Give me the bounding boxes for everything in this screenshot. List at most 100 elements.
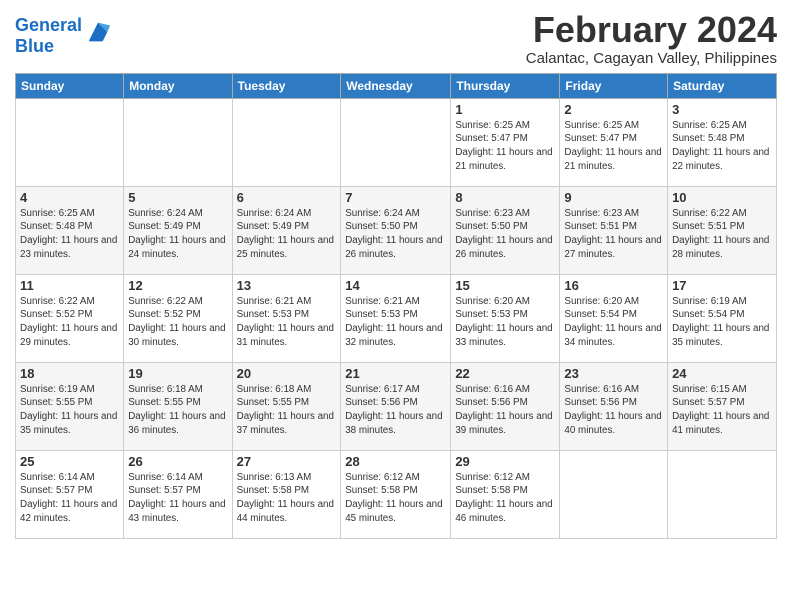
calendar-week-row: 1 Sunrise: 6:25 AM Sunset: 5:47 PM Daylig…	[16, 98, 777, 186]
day-info: Sunrise: 6:12 AM Sunset: 5:58 PM Dayligh…	[455, 471, 555, 526]
day-info: Sunrise: 6:24 AM Sunset: 5:49 PM Dayligh…	[237, 207, 337, 262]
title-block: February 2024 Calantac, Cagayan Valley, …	[526, 10, 777, 67]
day-info: Sunrise: 6:23 AM Sunset: 5:51 PM Dayligh…	[564, 207, 663, 262]
day-number: 23	[564, 366, 663, 381]
logo-blue: Blue	[15, 36, 82, 57]
calendar-cell: 25Sunrise: 6:14 AM Sunset: 5:57 PM Dayli…	[16, 450, 124, 538]
weekday-header: Wednesday	[341, 73, 451, 98]
header: GeneralBlue February 2024 Calantac, Caga…	[15, 10, 777, 67]
calendar-cell	[124, 98, 232, 186]
weekday-header: Tuesday	[232, 73, 341, 98]
calendar-cell: 24 Sunrise: 6:15 AM Sunset: 5:57 PM Dayli…	[668, 362, 777, 450]
weekday-header: Saturday	[668, 73, 777, 98]
calendar-cell: 17 Sunrise: 6:19 AM Sunset: 5:54 PM Dayli…	[668, 274, 777, 362]
calendar-cell: 15 Sunrise: 6:20 AM Sunset: 5:53 PM Dayli…	[451, 274, 560, 362]
day-info: Sunrise: 6:24 AM Sunset: 5:50 PM Dayligh…	[345, 207, 446, 262]
day-number: 5	[128, 190, 227, 205]
calendar-cell: 14 Sunrise: 6:21 AM Sunset: 5:53 PM Dayli…	[341, 274, 451, 362]
calendar-week-row: 25Sunrise: 6:14 AM Sunset: 5:57 PM Dayli…	[16, 450, 777, 538]
logo-general: General	[15, 15, 82, 35]
calendar-cell: 13 Sunrise: 6:21 AM Sunset: 5:53 PM Dayli…	[232, 274, 341, 362]
day-info: Sunrise: 6:19 AM Sunset: 5:54 PM Dayligh…	[672, 295, 772, 350]
calendar-cell: 10Sunrise: 6:22 AM Sunset: 5:51 PM Dayli…	[668, 186, 777, 274]
weekday-header: Friday	[560, 73, 668, 98]
calendar-cell: 4 Sunrise: 6:25 AM Sunset: 5:48 PM Daylig…	[16, 186, 124, 274]
day-number: 18	[20, 366, 119, 381]
calendar-cell: 12 Sunrise: 6:22 AM Sunset: 5:52 PM Dayli…	[124, 274, 232, 362]
day-info: Sunrise: 6:15 AM Sunset: 5:57 PM Dayligh…	[672, 383, 772, 438]
calendar-cell: 26Sunrise: 6:14 AM Sunset: 5:57 PM Dayli…	[124, 450, 232, 538]
day-info: Sunrise: 6:25 AM Sunset: 5:48 PM Dayligh…	[20, 207, 119, 262]
day-number: 8	[455, 190, 555, 205]
calendar-cell: 27Sunrise: 6:13 AM Sunset: 5:58 PM Dayli…	[232, 450, 341, 538]
calendar-cell: 29 Sunrise: 6:12 AM Sunset: 5:58 PM Dayli…	[451, 450, 560, 538]
day-info: Sunrise: 6:25 AM Sunset: 5:48 PM Dayligh…	[672, 119, 772, 174]
day-info: Sunrise: 6:16 AM Sunset: 5:56 PM Dayligh…	[564, 383, 663, 438]
calendar-cell	[341, 98, 451, 186]
calendar-cell: 19 Sunrise: 6:18 AM Sunset: 5:55 PM Dayli…	[124, 362, 232, 450]
calendar-header-row: SundayMondayTuesdayWednesdayThursdayFrid…	[16, 73, 777, 98]
day-info: Sunrise: 6:17 AM Sunset: 5:56 PM Dayligh…	[345, 383, 446, 438]
calendar-week-row: 11Sunrise: 6:22 AM Sunset: 5:52 PM Dayli…	[16, 274, 777, 362]
calendar-cell: 8 Sunrise: 6:23 AM Sunset: 5:50 PM Daylig…	[451, 186, 560, 274]
day-number: 13	[237, 278, 337, 293]
day-number: 1	[455, 102, 555, 117]
calendar-cell	[668, 450, 777, 538]
calendar-cell: 2 Sunrise: 6:25 AM Sunset: 5:47 PM Daylig…	[560, 98, 668, 186]
day-number: 19	[128, 366, 227, 381]
weekday-header: Thursday	[451, 73, 560, 98]
logo-icon	[84, 18, 112, 46]
day-info: Sunrise: 6:22 AM Sunset: 5:52 PM Dayligh…	[128, 295, 227, 350]
calendar-cell: 16 Sunrise: 6:20 AM Sunset: 5:54 PM Dayli…	[560, 274, 668, 362]
calendar-cell	[232, 98, 341, 186]
day-info: Sunrise: 6:25 AM Sunset: 5:47 PM Dayligh…	[455, 119, 555, 174]
day-number: 27	[237, 454, 337, 469]
day-number: 2	[564, 102, 663, 117]
logo: GeneralBlue	[15, 15, 112, 56]
day-number: 15	[455, 278, 555, 293]
day-number: 29	[455, 454, 555, 469]
day-number: 16	[564, 278, 663, 293]
calendar-cell	[16, 98, 124, 186]
calendar-cell: 28 Sunrise: 6:12 AM Sunset: 5:58 PM Dayli…	[341, 450, 451, 538]
day-number: 3	[672, 102, 772, 117]
day-number: 24	[672, 366, 772, 381]
day-info: Sunrise: 6:24 AM Sunset: 5:49 PM Dayligh…	[128, 207, 227, 262]
day-info: Sunrise: 6:21 AM Sunset: 5:53 PM Dayligh…	[345, 295, 446, 350]
day-info: Sunrise: 6:16 AM Sunset: 5:56 PM Dayligh…	[455, 383, 555, 438]
day-info: Sunrise: 6:18 AM Sunset: 5:55 PM Dayligh…	[128, 383, 227, 438]
day-info: Sunrise: 6:20 AM Sunset: 5:53 PM Dayligh…	[455, 295, 555, 350]
calendar-cell: 5 Sunrise: 6:24 AM Sunset: 5:49 PM Daylig…	[124, 186, 232, 274]
calendar-cell: 9 Sunrise: 6:23 AM Sunset: 5:51 PM Daylig…	[560, 186, 668, 274]
calendar-cell: 21 Sunrise: 6:17 AM Sunset: 5:56 PM Dayli…	[341, 362, 451, 450]
day-info: Sunrise: 6:22 AM Sunset: 5:52 PM Dayligh…	[20, 295, 119, 350]
day-number: 28	[345, 454, 446, 469]
calendar-cell: 1 Sunrise: 6:25 AM Sunset: 5:47 PM Daylig…	[451, 98, 560, 186]
day-number: 4	[20, 190, 119, 205]
day-number: 17	[672, 278, 772, 293]
day-number: 14	[345, 278, 446, 293]
day-info: Sunrise: 6:25 AM Sunset: 5:47 PM Dayligh…	[564, 119, 663, 174]
day-info: Sunrise: 6:21 AM Sunset: 5:53 PM Dayligh…	[237, 295, 337, 350]
calendar-cell: 6Sunrise: 6:24 AM Sunset: 5:49 PM Daylig…	[232, 186, 341, 274]
day-number: 21	[345, 366, 446, 381]
day-number: 22	[455, 366, 555, 381]
day-info: Sunrise: 6:12 AM Sunset: 5:58 PM Dayligh…	[345, 471, 446, 526]
day-number: 20	[237, 366, 337, 381]
main-title: February 2024	[526, 10, 777, 50]
day-info: Sunrise: 6:14 AM Sunset: 5:57 PM Dayligh…	[128, 471, 227, 526]
calendar-week-row: 18Sunrise: 6:19 AM Sunset: 5:55 PM Dayli…	[16, 362, 777, 450]
day-number: 12	[128, 278, 227, 293]
calendar-cell	[560, 450, 668, 538]
weekday-header: Monday	[124, 73, 232, 98]
calendar-cell: 22 Sunrise: 6:16 AM Sunset: 5:56 PM Dayli…	[451, 362, 560, 450]
day-number: 7	[345, 190, 446, 205]
page: GeneralBlue February 2024 Calantac, Caga…	[0, 0, 792, 612]
calendar-cell: 11Sunrise: 6:22 AM Sunset: 5:52 PM Dayli…	[16, 274, 124, 362]
day-info: Sunrise: 6:22 AM Sunset: 5:51 PM Dayligh…	[672, 207, 772, 262]
day-info: Sunrise: 6:23 AM Sunset: 5:50 PM Dayligh…	[455, 207, 555, 262]
calendar-cell: 23 Sunrise: 6:16 AM Sunset: 5:56 PM Dayli…	[560, 362, 668, 450]
calendar-cell: 7 Sunrise: 6:24 AM Sunset: 5:50 PM Daylig…	[341, 186, 451, 274]
day-number: 9	[564, 190, 663, 205]
day-info: Sunrise: 6:20 AM Sunset: 5:54 PM Dayligh…	[564, 295, 663, 350]
